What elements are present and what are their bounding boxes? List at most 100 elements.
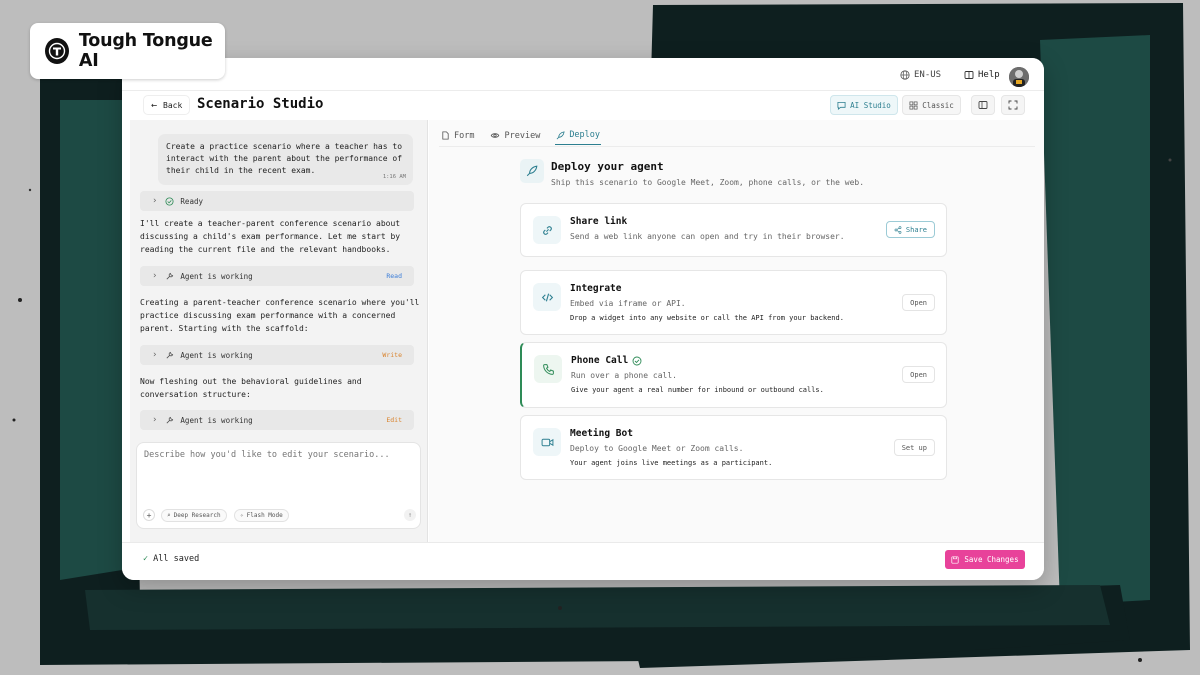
grid-icon bbox=[909, 101, 918, 109]
save-changes-button[interactable]: Save Changes bbox=[945, 550, 1025, 569]
language-selector[interactable]: EN-US bbox=[900, 70, 941, 80]
check-circle-icon bbox=[165, 196, 174, 206]
tab-divider bbox=[439, 146, 1035, 147]
tab-bar: Form Preview Deploy bbox=[440, 126, 602, 145]
phone-icon bbox=[534, 355, 562, 383]
classic-button[interactable]: Classic bbox=[902, 95, 961, 115]
save-changes-label: Save Changes bbox=[964, 555, 1019, 564]
deploy-panel: Form Preview Deploy Deploy your agent Sh… bbox=[429, 120, 1044, 542]
top-bar: EN-US Help bbox=[122, 58, 1044, 91]
agent-step[interactable]: › Agent is working Edit bbox=[140, 410, 414, 430]
tab-form[interactable]: Form bbox=[440, 126, 475, 145]
back-label: Back bbox=[163, 100, 183, 110]
card-title-text: Share link bbox=[570, 216, 628, 227]
expand-icon bbox=[1008, 100, 1018, 110]
card-description: Send a web link anyone can open and try … bbox=[570, 232, 845, 241]
card-title-text: Integrate bbox=[570, 283, 622, 294]
help-label: Help bbox=[978, 70, 1000, 80]
flash-mode-label: Flash Mode bbox=[246, 512, 283, 519]
card-description: Embed via iframe or API. bbox=[570, 299, 686, 308]
card-title: Integrate bbox=[570, 283, 621, 294]
integrate-open-button[interactable]: Open bbox=[902, 294, 935, 311]
back-button[interactable]: ← Back bbox=[143, 95, 191, 115]
wrench-icon bbox=[165, 351, 174, 360]
check-icon: ✓ bbox=[143, 554, 149, 564]
page-title: Scenario Studio bbox=[197, 96, 324, 112]
ready-label: Ready bbox=[180, 196, 203, 206]
classic-label: Classic bbox=[922, 100, 954, 110]
ai-studio-label: AI Studio bbox=[850, 100, 891, 110]
video-icon bbox=[533, 428, 561, 456]
document-icon bbox=[442, 131, 449, 140]
help-button[interactable]: Help bbox=[964, 70, 1000, 80]
language-label: EN-US bbox=[914, 70, 942, 80]
assistant-message: Creating a parent-teacher conference sce… bbox=[140, 298, 420, 334]
composer-input[interactable] bbox=[144, 450, 404, 460]
phone-open-button[interactable]: Open bbox=[902, 366, 935, 383]
tab-preview-label: Preview bbox=[504, 130, 541, 141]
chevron-right-icon: › bbox=[152, 196, 158, 206]
card-title: Share link bbox=[570, 216, 627, 227]
plus-icon[interactable]: + bbox=[143, 509, 155, 521]
chevron-right-icon: › bbox=[152, 271, 158, 281]
tab-deploy[interactable]: Deploy bbox=[555, 126, 602, 145]
split-view-button[interactable] bbox=[971, 95, 995, 115]
sub-header: ← Back Scenario Studio AI Studio Classic bbox=[122, 91, 1044, 120]
user-message: Create a practice scenario where a teach… bbox=[158, 134, 413, 185]
globe-icon bbox=[900, 70, 910, 80]
deploy-subtitle: Ship this scenario to Google Meet, Zoom,… bbox=[551, 178, 865, 187]
card-title: Meeting Bot bbox=[570, 428, 633, 439]
assistant-message: I'll create a teacher-parent conference … bbox=[140, 219, 401, 255]
open-label: Open bbox=[910, 298, 927, 307]
check-circle-icon bbox=[632, 356, 642, 365]
open-label: Open bbox=[910, 370, 927, 379]
panel-icon bbox=[978, 101, 988, 109]
step-tag: Write bbox=[382, 351, 402, 359]
assistant-message: Now fleshing out the behavioral guidelin… bbox=[140, 377, 362, 400]
phone-call-card[interactable]: Phone Call Run over a phone call. Give y… bbox=[520, 342, 947, 408]
send-arrow-icon[interactable]: ↑ bbox=[404, 509, 416, 521]
agent-step[interactable]: › Agent is working Write bbox=[140, 345, 414, 365]
chat-composer: + ⌕ Deep Research ✧ Flash Mode ↑ bbox=[136, 442, 421, 529]
brand-badge: Tough Tongue AI bbox=[30, 23, 225, 79]
setup-label: Set up bbox=[901, 443, 927, 452]
share-link-card[interactable]: Share link Send a web link anyone can op… bbox=[520, 203, 947, 257]
card-detail: Give your agent a real number for inboun… bbox=[571, 386, 824, 394]
ready-status[interactable]: › Ready bbox=[140, 191, 414, 211]
chevron-right-icon: › bbox=[152, 350, 158, 360]
brand-logo-icon bbox=[45, 38, 69, 64]
card-title: Phone Call bbox=[571, 355, 642, 366]
meeting-setup-button[interactable]: Set up bbox=[893, 439, 935, 456]
agent-step-label: Agent is working bbox=[180, 350, 253, 360]
card-detail: Drop a widget into any website or call t… bbox=[570, 314, 844, 322]
meeting-bot-card[interactable]: Meeting Bot Deploy to Google Meet or Zoo… bbox=[520, 415, 947, 480]
deep-research-toggle[interactable]: ⌕ Deep Research bbox=[161, 509, 227, 522]
integrate-card[interactable]: Integrate Embed via iframe or API. Drop … bbox=[520, 270, 947, 335]
ai-studio-button[interactable]: AI Studio bbox=[830, 95, 898, 115]
agent-step[interactable]: › Agent is working Read bbox=[140, 266, 414, 286]
floppy-icon bbox=[951, 555, 959, 564]
card-description: Deploy to Google Meet or Zoom calls. bbox=[570, 444, 744, 453]
deep-research-label: Deep Research bbox=[173, 512, 221, 519]
share-icon bbox=[894, 225, 902, 234]
code-icon bbox=[533, 283, 561, 311]
user-message-text: Create a practice scenario where a teach… bbox=[166, 142, 403, 175]
agent-step-label: Agent is working bbox=[180, 271, 253, 281]
step-tag: Edit bbox=[386, 416, 402, 424]
tab-deploy-label: Deploy bbox=[569, 130, 601, 140]
tab-preview[interactable]: Preview bbox=[489, 126, 541, 145]
flash-mode-toggle[interactable]: ✧ Flash Mode bbox=[234, 509, 289, 522]
link-icon bbox=[533, 216, 561, 244]
search-icon: ⌕ bbox=[167, 512, 171, 519]
fullscreen-button[interactable] bbox=[1001, 95, 1025, 115]
save-status-label: All saved bbox=[153, 554, 200, 564]
share-button[interactable]: Share bbox=[885, 221, 935, 238]
tab-form-label: Form bbox=[454, 130, 475, 141]
deploy-title: Deploy your agent bbox=[551, 160, 664, 173]
app-window: EN-US Help ← Back Scenario Studio AI Stu… bbox=[122, 58, 1044, 580]
wrench-icon bbox=[165, 416, 174, 425]
bolt-icon: ✧ bbox=[240, 512, 244, 519]
avatar[interactable] bbox=[1009, 67, 1029, 87]
card-detail: Your agent joins live meetings as a part… bbox=[570, 459, 773, 467]
save-status: ✓ All saved bbox=[143, 554, 199, 564]
